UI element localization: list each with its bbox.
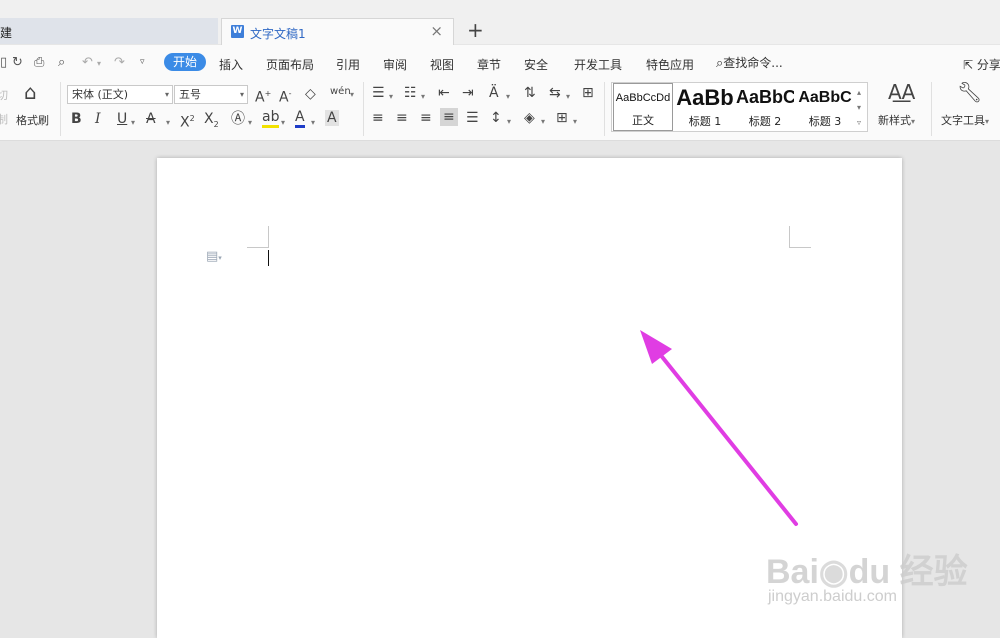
- baidu-watermark-logo: Bai◉du 经验: [766, 553, 968, 591]
- annotation-arrow: [640, 330, 798, 526]
- baidu-watermark-url: jingyan.baidu.com: [768, 588, 897, 605]
